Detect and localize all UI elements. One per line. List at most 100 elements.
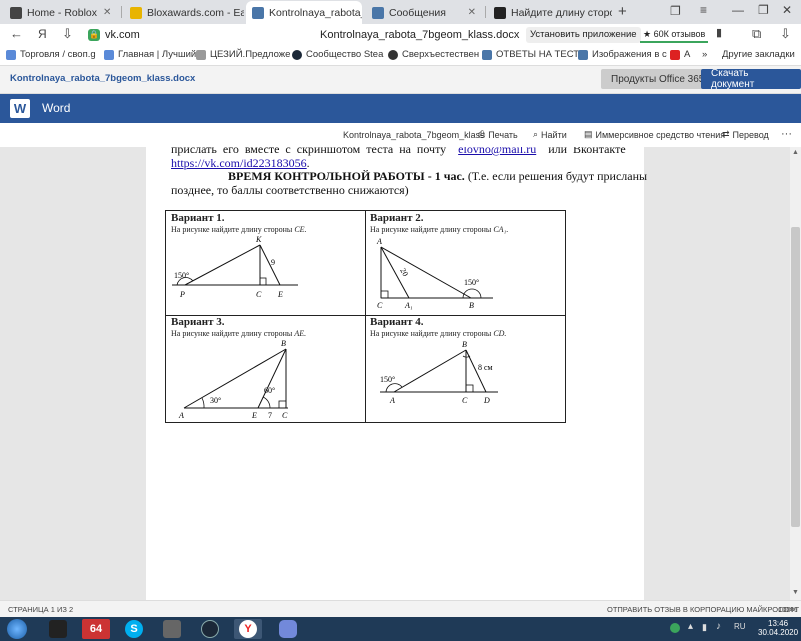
find-button[interactable]: ⌕ Найти [533, 129, 567, 140]
skype-icon[interactable]: S [120, 619, 148, 639]
bookmark-label: А [684, 49, 691, 60]
zoom-level[interactable]: 100% [778, 605, 797, 614]
install-app-button[interactable]: Установить приложение [526, 27, 641, 43]
download-icon[interactable]: ⇩ [62, 26, 73, 42]
bookmark-item[interactable]: А [670, 49, 690, 60]
bookmark-item[interactable]: ЦЕЗИЙ.Предложе [196, 49, 290, 60]
angle-label: 150° [174, 271, 189, 280]
volume-icon[interactable]: ♪ [716, 621, 721, 632]
bookmark-item[interactable]: Главная | Лучший [104, 49, 196, 60]
side-label: 9 [271, 258, 275, 267]
document-viewport[interactable]: прислать его вместе с скриншотом теста н… [0, 147, 790, 600]
bookmark-label: Сообщество Stea [306, 49, 384, 60]
label-a: A [376, 237, 382, 246]
extensions-icon[interactable]: ⧉ [752, 26, 761, 42]
taskbar-app-64-icon[interactable]: 64 [82, 619, 110, 639]
tray-expand-icon[interactable]: ▴ [688, 621, 693, 632]
figure-variant-4: B A C D 150° 8 см [380, 340, 498, 405]
minimize-icon[interactable]: — [732, 3, 744, 17]
yandex-browser-icon[interactable]: Y [234, 619, 262, 639]
network-icon[interactable]: ▮ [702, 622, 707, 633]
angle-label: 150° [380, 375, 395, 384]
maximize-icon[interactable]: ❐ [758, 3, 769, 17]
email-link[interactable]: elovno@mail.ru [458, 147, 536, 156]
window-close-icon[interactable]: ✕ [782, 3, 792, 17]
task-target: AE. [294, 329, 307, 338]
other-bookmarks[interactable]: Другие закладки [722, 49, 795, 60]
bookmark-icon[interactable]: ▮ [716, 26, 722, 39]
vertical-scrollbar[interactable]: ▲ ▼ [790, 147, 801, 600]
task-text: На рисунке найдите длину стороны [370, 225, 492, 234]
browser-tab-bar: Home - Roblox ✕ Bloxawards.com - Earn F … [0, 0, 801, 24]
task-text: На рисунке найдите длину стороны [171, 329, 293, 338]
clock[interactable]: 13:46 30.04.2020 [758, 619, 798, 637]
tab-title: Найдите длину стороны [511, 6, 612, 19]
language-indicator[interactable]: RU [734, 622, 746, 631]
figure-variant-2: A C A₁ B 150° 20 [376, 237, 493, 310]
search-icon: ⌕ [533, 129, 539, 139]
vk-profile-link[interactable]: https://vk.com/id223183056 [171, 156, 307, 170]
close-icon[interactable]: ✕ [97, 7, 111, 18]
url-field[interactable]: 🔒 vk.com [88, 27, 140, 43]
tabs-icon[interactable]: ❐ [670, 4, 681, 18]
translate-button[interactable]: ⇄ Перевод [722, 129, 769, 140]
tab-title: Kontrolnaya_rabota_7b [269, 6, 362, 19]
bookmark-item[interactable]: Сверхъестествен [388, 49, 479, 60]
print-button[interactable]: ⎙ Печать [478, 129, 518, 140]
yandex-icon[interactable]: Я [38, 27, 47, 41]
tab-bloxawards[interactable]: Bloxawards.com - Earn F ✕ [124, 1, 244, 24]
label-a1: A₁ [404, 301, 413, 310]
download-icon[interactable]: ⇩ [780, 26, 791, 42]
variant-task: На рисунке найдите длину стороны CA₁. [370, 225, 508, 234]
label-e: E [277, 290, 283, 299]
feedback-link[interactable]: ОТПРАВИТЬ ОТЗЫВ В КОРПОРАЦИЮ МАЙКРОСОФТ [607, 605, 799, 614]
variant-title: Вариант 4. [370, 316, 424, 328]
task-text: На рисунке найдите длину стороны [171, 225, 293, 234]
tab-title: Bloxawards.com - Earn F [147, 6, 244, 19]
clock-time: 13:46 [768, 619, 789, 628]
taskbar-app-icon[interactable] [158, 619, 186, 639]
scroll-up-icon[interactable]: ▲ [792, 149, 799, 156]
bookmark-icon [670, 49, 680, 60]
find-label: Найти [541, 129, 567, 140]
discord-icon[interactable] [274, 619, 302, 639]
angle-label: 60° [264, 386, 275, 395]
tab-vk-document[interactable]: Kontrolnaya_rabota_7b ✕ [246, 1, 362, 24]
label-c: C [377, 301, 383, 310]
start-icon[interactable] [7, 619, 27, 639]
bookmark-label: Изображения в с [592, 49, 667, 60]
taskbar-app-icon[interactable] [44, 619, 72, 639]
tab-messages[interactable]: Сообщения ✕ [366, 1, 482, 24]
more-bookmarks-icon[interactable]: » [702, 49, 707, 60]
bookmark-item[interactable]: Сообщество Stea [292, 49, 383, 60]
more-options-icon[interactable]: ··· [781, 128, 792, 140]
steam-icon[interactable] [196, 619, 224, 639]
office-products-button[interactable]: Продукты Office 365 [601, 69, 715, 89]
close-icon[interactable]: ✕ [462, 7, 476, 18]
back-icon[interactable]: ← [10, 26, 23, 41]
clock-date: 30.04.2020 [758, 628, 799, 637]
bookmark-item[interactable]: Изображения в с [578, 49, 667, 60]
bookmark-item[interactable]: ОТВЕТЫ НА ТЕСТЬ [482, 49, 585, 60]
roblox-icon [10, 6, 22, 19]
label-b: B [469, 301, 474, 310]
immersive-reader-button[interactable]: ▤ Иммерсивное средство чтения [584, 129, 725, 140]
immersive-label: Иммерсивное средство чтения [595, 129, 726, 140]
label-b: B [281, 339, 286, 348]
document-toolbar: Kontrolnaya_rabota_7bgeom_klass ⎙ Печать … [0, 123, 801, 147]
bookmark-label: ОТВЕТЫ НА ТЕСТЬ [496, 49, 586, 60]
scroll-down-icon[interactable]: ▼ [792, 589, 799, 596]
tab-roblox[interactable]: Home - Roblox ✕ [4, 1, 116, 24]
download-document-button[interactable]: Скачать документ [701, 68, 801, 90]
variant-title: Вариант 2. [370, 212, 424, 224]
tray-icon[interactable] [670, 623, 680, 633]
reviews-badge[interactable]: ★ 60К отзывов [640, 27, 709, 43]
bookmarks-bar: Торговля / своп.g Главная | Лучший ЦЕЗИЙ… [0, 46, 801, 66]
label-a: A [389, 396, 395, 405]
bookmark-item[interactable]: Торговля / своп.g [6, 49, 96, 60]
menu-icon[interactable]: ≡ [700, 3, 707, 17]
new-tab-button[interactable]: + [618, 3, 627, 20]
segment-label: 7 [268, 411, 272, 420]
tab-find-side[interactable]: Найдите длину стороны ✕ [488, 1, 612, 24]
scrollbar-thumb[interactable] [791, 227, 800, 527]
